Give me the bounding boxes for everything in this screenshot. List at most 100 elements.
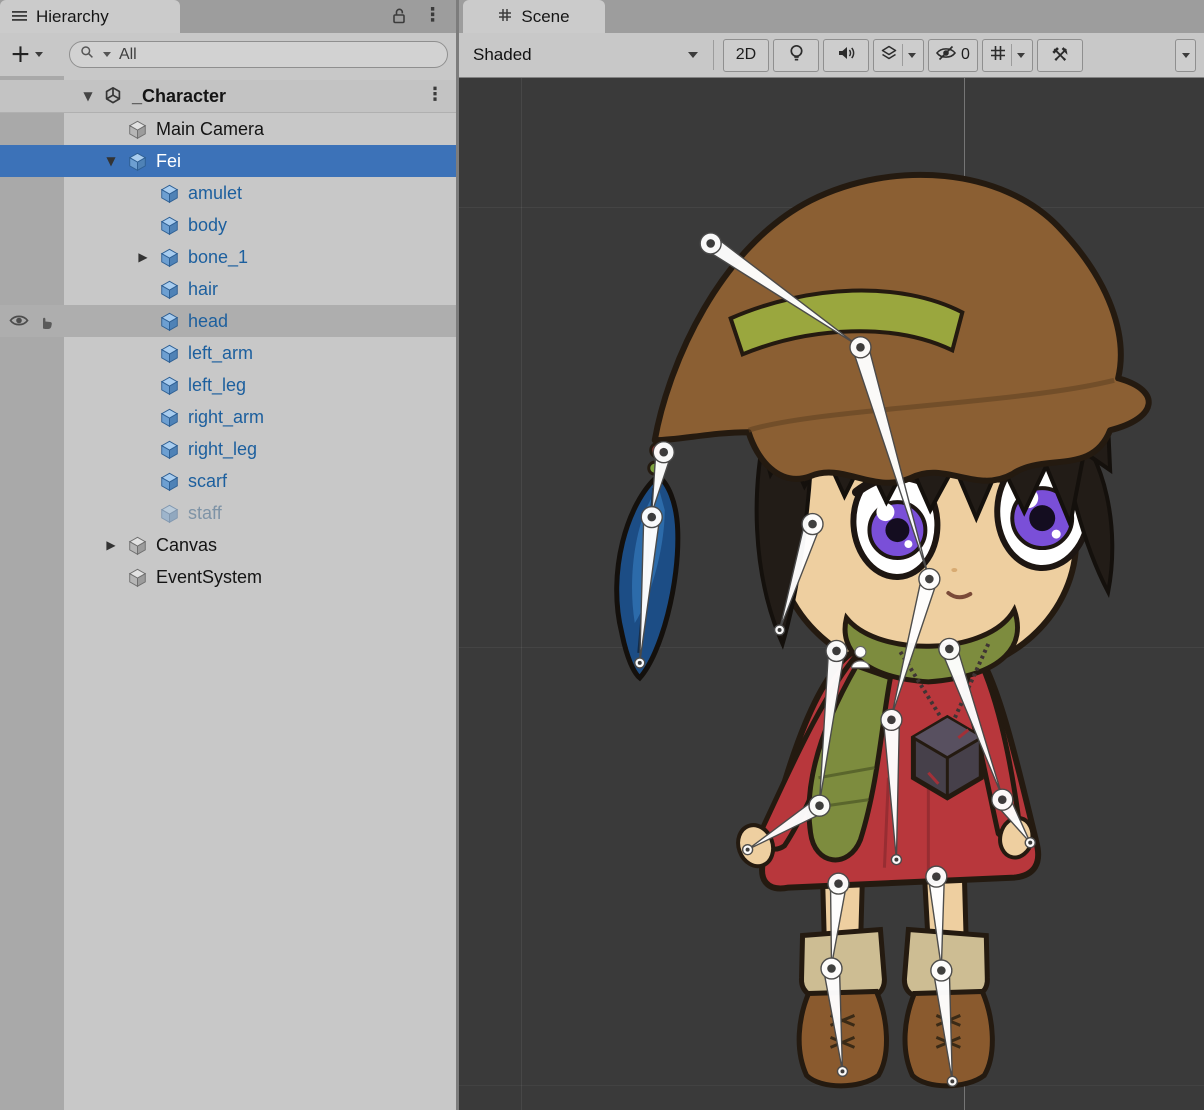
hierarchy-item-label: left_arm [188,343,253,364]
hierarchy-item-label: hair [188,279,218,300]
audio-speaker-icon [837,45,855,66]
search-filter-dropdown-icon[interactable] [103,52,111,57]
indent-spacer [64,513,130,514]
prefab-cube-icon [156,247,182,268]
chevron-down-icon[interactable] [1017,53,1025,58]
hidden-objects-button[interactable]: 0 [928,39,978,72]
indent-spacer [64,577,98,578]
indent-spacer [64,193,130,194]
scene-effects-button[interactable] [873,39,924,72]
hierarchy-row[interactable]: body [0,209,458,241]
hierarchy-row[interactable]: scarf [0,465,458,497]
chevron-down-icon[interactable] [908,53,916,58]
hamburger-icon [12,7,27,27]
scene-header-row[interactable]: ▼ _Character ⋮ [0,80,458,113]
grid-axis-icon [990,45,1006,66]
scene-lighting-button[interactable] [773,39,819,72]
hierarchy-item-label: Canvas [156,535,217,556]
search-icon [80,45,94,64]
eye-off-icon [936,45,956,66]
draw-mode-dropdown[interactable]: Shaded [467,45,704,65]
expand-arrow-icon[interactable]: ▼ [76,89,100,103]
pickability-hand-icon[interactable] [37,312,55,335]
search-placeholder: All [119,46,137,64]
indent-spacer [64,481,130,482]
expand-arrow-icon[interactable]: ▶ [98,538,124,552]
indent-spacer [64,161,98,162]
tools-button[interactable]: ⚒ [1037,39,1083,72]
hierarchy-item-label: right_arm [188,407,264,428]
indent-spacer [64,321,130,322]
visibility-eye-icon[interactable] [9,312,29,333]
hierarchy-rows: Main Camera ▼ Fei amulet body ▶ bone_1hair head… [0,113,458,593]
hierarchy-row[interactable]: ▼ Fei [0,145,458,177]
expand-arrow-icon[interactable]: ▼ [98,154,124,168]
scene-name-label: _Character [132,86,226,107]
prefab-cube-icon [156,471,182,492]
chevron-down-icon [688,52,698,58]
hierarchy-row[interactable]: Main Camera [0,113,458,145]
indent-spacer [64,353,130,354]
hierarchy-row[interactable]: hair [0,273,458,305]
tab-hierarchy[interactable]: Hierarchy [0,0,180,33]
grid-icon [498,7,512,27]
hierarchy-item-label: head [188,311,228,332]
kebab-menu-icon[interactable]: ⋮ [426,84,444,105]
kebab-menu-icon[interactable]: ⋮ [423,4,442,26]
hierarchy-item-label: staff [188,503,222,524]
hierarchy-item-label: Main Camera [156,119,264,140]
hierarchy-item-label: body [188,215,227,236]
layers-icon [881,45,897,66]
lock-icon[interactable] [390,7,408,30]
toggle-2d-button[interactable]: 2D [723,39,769,72]
scene-canvas [459,78,1204,1110]
scene-audio-button[interactable] [823,39,869,72]
indent-spacer [64,449,130,450]
scene-tabstrip: Scene [459,0,1204,34]
panel-divider[interactable] [456,0,459,1110]
hierarchy-item-label: Fei [156,151,181,172]
search-input[interactable]: All [69,41,448,68]
hierarchy-row[interactable]: right_leg [0,433,458,465]
hierarchy-row[interactable]: head [0,305,458,337]
prefab-cube-icon [156,503,182,524]
tools-icon: ⚒ [1051,44,1068,66]
gameobject-cube-icon [124,567,150,588]
indent-spacer [64,289,130,290]
gameobject-cube-icon [124,119,150,140]
hierarchy-item-label: scarf [188,471,227,492]
hierarchy-item-label: EventSystem [156,567,262,588]
scene-toolbar: Shaded 2D 0 [459,33,1204,78]
indent-spacer [64,417,130,418]
hierarchy-row[interactable]: left_arm [0,337,458,369]
hierarchy-row[interactable]: staff [0,497,458,529]
hierarchy-row[interactable]: left_leg [0,369,458,401]
unity-logo-icon [100,86,126,106]
prefab-cube-icon [156,375,182,396]
grid-settings-button[interactable] [982,39,1033,72]
prefab-cube-icon [156,407,182,428]
hierarchy-row[interactable]: EventSystem [0,561,458,593]
hierarchy-item-label: right_leg [188,439,257,460]
hierarchy-item-label: bone_1 [188,247,248,268]
hierarchy-row[interactable]: right_arm [0,401,458,433]
hierarchy-row[interactable]: amulet [0,177,458,209]
prefab-cube-icon [156,311,182,332]
chevron-down-icon [1182,53,1190,58]
expand-arrow-icon[interactable]: ▶ [130,250,156,264]
tab-hierarchy-label: Hierarchy [36,7,109,27]
create-dropdown-icon[interactable] [35,52,43,57]
hierarchy-item-label: left_leg [188,375,246,396]
hierarchy-row[interactable]: ▶ bone_1 [0,241,458,273]
hierarchy-item-label: amulet [188,183,242,204]
hierarchy-panel: Hierarchy ⋮ + All ▼ _Character ⋮ Main Ca… [0,0,458,1110]
hierarchy-tabstrip: Hierarchy ⋮ [0,0,458,34]
scene-viewport[interactable] [459,78,1204,1110]
indent-spacer [64,545,98,546]
scene-panel: Scene Shaded 2D [459,0,1204,1110]
overflow-dropdown[interactable] [1175,39,1196,72]
tab-scene[interactable]: Scene [463,0,605,33]
create-button[interactable]: + [10,41,31,66]
hierarchy-row[interactable]: ▶ Canvas [0,529,458,561]
draw-mode-label: Shaded [473,45,532,65]
